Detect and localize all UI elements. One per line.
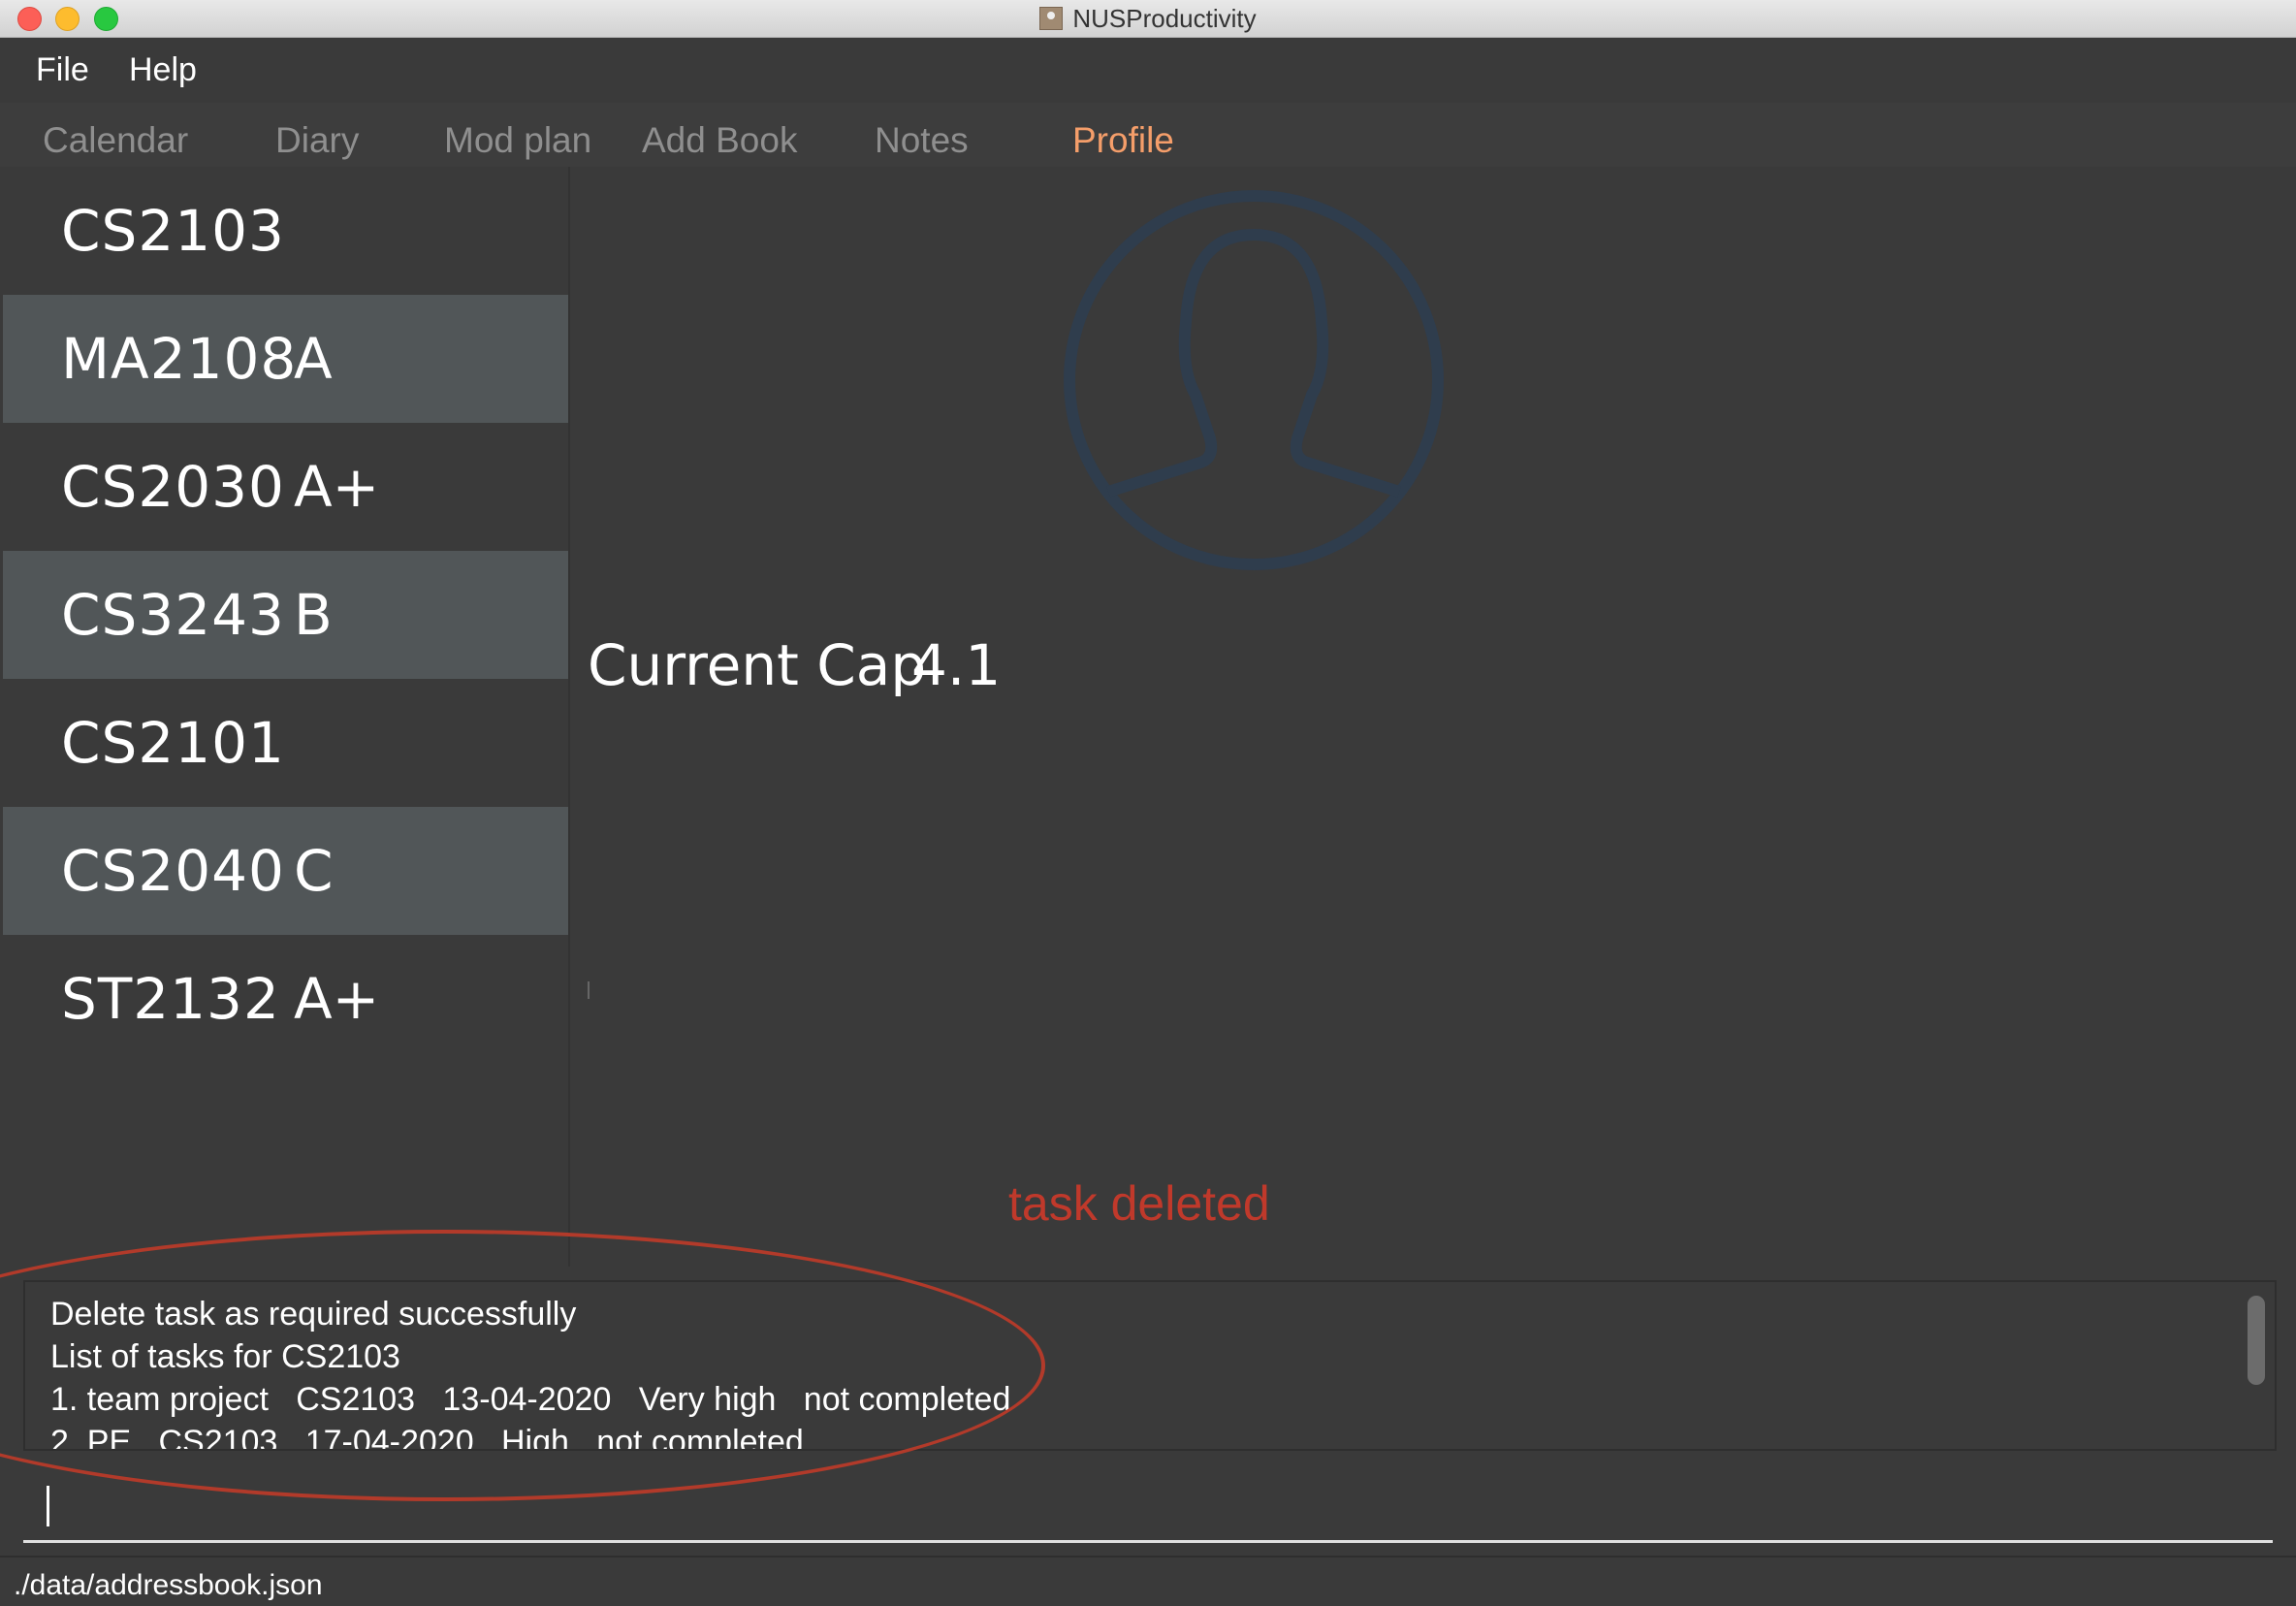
data-file-path: ./data/addressbook.json (14, 1569, 323, 1601)
window-title: NUSProductivity (1072, 3, 1257, 33)
menu-help[interactable]: Help (129, 51, 197, 89)
module-code: CS2101 (61, 710, 285, 776)
tab-mod-plan[interactable]: Mod plan (444, 120, 591, 161)
window-title-wrap: NUSProductivity (0, 0, 2296, 37)
module-grade: B (294, 582, 333, 648)
menu-file[interactable]: File (36, 51, 89, 89)
module-row[interactable]: CS2030 A+ (3, 423, 568, 551)
user-silhouette-icon (1064, 190, 1444, 570)
module-row[interactable]: MA2108 A (3, 295, 568, 423)
menu-bar: File Help (0, 38, 2296, 103)
title-bar: NUSProductivity (0, 0, 2296, 38)
text-caret-mark (588, 981, 590, 999)
module-code: CS2040 (61, 838, 285, 904)
module-code: MA2108 (61, 326, 298, 392)
result-line: Delete task as required successfully (50, 1296, 577, 1333)
tab-profile[interactable]: Profile (1072, 120, 1174, 161)
module-grade: C (294, 838, 334, 904)
tab-add-book[interactable]: Add Book (642, 120, 797, 161)
command-input[interactable] (23, 1462, 2273, 1543)
result-line: 1. team project CS2103 13-04-2020 Very h… (50, 1381, 1011, 1418)
module-grade: A+ (294, 966, 380, 1032)
profile-panel: Current Cap 4.1 task deleted (570, 167, 2296, 1267)
result-display[interactable]: Delete task as required successfully Lis… (23, 1280, 2277, 1451)
status-bar: ./data/addressbook.json (0, 1556, 2296, 1606)
app-icon (1039, 7, 1064, 30)
module-code: ST2132 (61, 966, 280, 1032)
text-cursor (47, 1486, 49, 1526)
result-line: 2. PE CS2103 17-04-2020 High not complet… (50, 1424, 804, 1451)
status-message: task deleted (1008, 1176, 1270, 1231)
module-code: CS2030 (61, 454, 285, 520)
result-scrollbar[interactable] (2248, 1296, 2265, 1385)
current-cap-value: 4.1 (911, 632, 1002, 698)
tab-diary[interactable]: Diary (275, 120, 359, 161)
module-row[interactable]: ST2132 A+ (3, 935, 568, 1063)
tab-calendar[interactable]: Calendar (43, 120, 188, 161)
tab-notes[interactable]: Notes (875, 120, 969, 161)
result-line: List of tasks for CS2103 (50, 1338, 400, 1375)
module-row[interactable]: CS2103 (3, 167, 568, 295)
module-list[interactable]: CS2103 MA2108 A CS2030 A+ CS3243 B CS210… (3, 167, 570, 1267)
module-code: CS2103 (61, 198, 285, 264)
module-row[interactable]: CS2040 C (3, 807, 568, 935)
tab-bar: Calendar Diary Mod plan Add Book Notes P… (0, 103, 2296, 167)
module-row[interactable]: CS3243 B (3, 551, 568, 679)
module-row[interactable]: CS2101 (3, 679, 568, 807)
app-window: NUSProductivity File Help Calendar Diary… (0, 0, 2296, 1606)
current-cap-label: Current Cap (588, 632, 927, 698)
module-grade: A+ (294, 454, 380, 520)
module-grade: A (294, 326, 333, 392)
module-code: CS3243 (61, 582, 285, 648)
